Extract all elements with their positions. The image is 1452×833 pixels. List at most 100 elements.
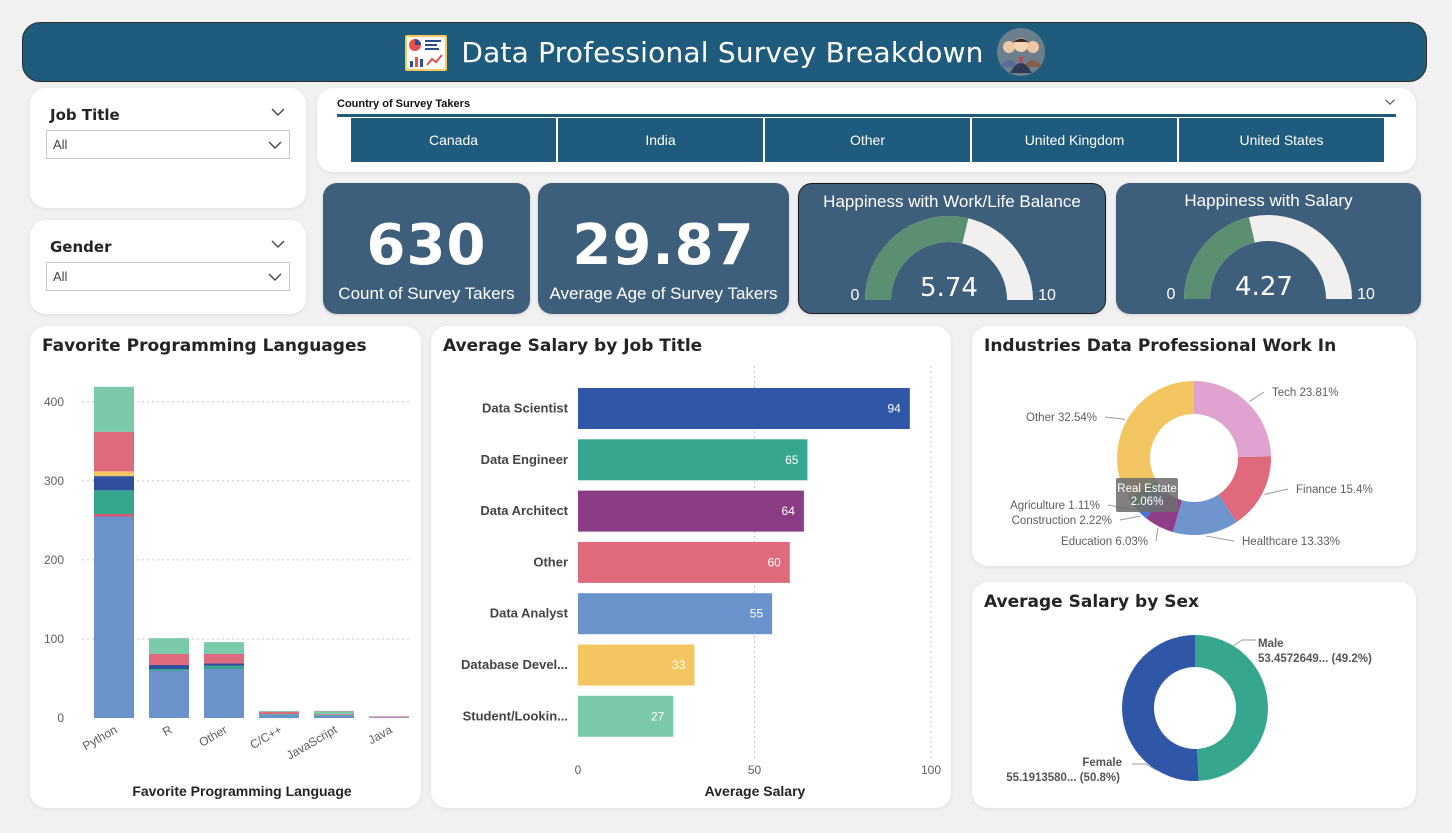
gauge-max-label: 10: [1038, 287, 1056, 304]
bar-segment[interactable]: [314, 711, 354, 715]
tooltip-title: Real Estate: [1117, 483, 1176, 495]
bar[interactable]: [578, 541, 790, 583]
bar-segment[interactable]: [94, 471, 134, 477]
bar-segment[interactable]: [94, 431, 134, 472]
slice-label: 53.4572649... (49.2%): [1258, 653, 1372, 665]
chevron-down-icon[interactable]: [270, 104, 286, 120]
y-tick-label: Data Analyst: [490, 606, 569, 621]
gauge-worklife-chart: 0 10 5.74: [851, 216, 1056, 304]
bar-segment[interactable]: [369, 717, 409, 718]
data-label: 55: [750, 607, 764, 621]
leader-line: [1104, 416, 1126, 420]
leader-line: [1249, 391, 1265, 402]
slice-name: Female: [1082, 757, 1122, 769]
gender-dropdown[interactable]: All: [46, 262, 290, 291]
slice-label: Education 6.03%: [1061, 536, 1148, 548]
gauge-min-label: 0: [851, 287, 860, 304]
industries-chart: Tech 23.81% Finance 15.4% Healthcare 13.33…: [1010, 381, 1373, 548]
country-button-united-states[interactable]: United States: [1179, 118, 1384, 162]
bar[interactable]: [578, 593, 773, 635]
job-title-slicer-label: Job Title: [50, 106, 120, 124]
bar-segment[interactable]: [149, 670, 189, 718]
country-slicer-label: Country of Survey Takers: [337, 98, 471, 110]
country-button-india[interactable]: India: [558, 118, 765, 162]
bar-segment[interactable]: [149, 653, 189, 666]
leader-line: [1206, 535, 1235, 542]
data-label: 94: [887, 402, 901, 416]
leader-line: [1232, 639, 1256, 647]
gauge-value-label: 4.27: [1235, 272, 1293, 302]
chevron-down-icon[interactable]: [270, 236, 286, 252]
gauge-worklife-card: Happiness with Work/Life Balance 0 10 5.…: [798, 183, 1106, 314]
bar-segment[interactable]: [259, 710, 299, 712]
leader-line: [1119, 515, 1141, 521]
chevron-down-icon: [268, 273, 282, 281]
bar[interactable]: [578, 388, 910, 429]
gauge-max-label: 10: [1357, 286, 1375, 303]
x-tick-label: R: [160, 722, 175, 739]
bar-segment[interactable]: [94, 514, 134, 517]
bar-segment[interactable]: [314, 714, 354, 716]
bar-segment[interactable]: [204, 663, 244, 666]
x-tick-label: C/C++: [247, 722, 284, 751]
data-label: 64: [782, 504, 796, 518]
page-title: Data Professional Survey Breakdown: [461, 35, 984, 69]
slice-label: Healthcare 13.33%: [1242, 536, 1340, 548]
y-tick-label: 0: [57, 711, 64, 725]
bar-segment[interactable]: [94, 476, 134, 491]
bar-segment[interactable]: [204, 642, 244, 654]
industries-visual: Industries Data Professional Work In Tec…: [972, 326, 1416, 566]
data-label: 33: [672, 658, 686, 672]
bar[interactable]: [578, 439, 808, 481]
dashboard-header: Data Professional Survey Breakdown: [22, 22, 1427, 82]
chevron-down-icon: [268, 141, 282, 149]
bar-segment[interactable]: [314, 710, 354, 712]
bar-segment[interactable]: [314, 714, 354, 715]
job-title-selected-value: All: [53, 137, 68, 152]
bar-segment[interactable]: [204, 653, 244, 664]
kpi-count-label: Count of Survey Takers: [338, 284, 515, 303]
country-button-canada[interactable]: Canada: [351, 118, 558, 162]
country-button-united-kingdom[interactable]: United Kingdom: [972, 118, 1179, 162]
pie-slice[interactable]: [1194, 381, 1271, 458]
salary-sex-chart: Male 53.4572649... (49.2%) Female 55.191358…: [1006, 635, 1372, 784]
y-tick-label: 300: [44, 474, 64, 488]
leader-line: [1155, 528, 1159, 542]
bar-segment[interactable]: [259, 714, 299, 715]
bar-segment[interactable]: [94, 516, 134, 718]
gauge-value-label: 5.74: [920, 273, 978, 303]
data-label: 65: [785, 453, 799, 467]
gauge-min-label: 0: [1167, 286, 1176, 303]
bar-segment[interactable]: [94, 490, 134, 515]
gender-selected-value: All: [53, 269, 68, 284]
country-button-other[interactable]: Other: [765, 118, 972, 162]
slice-label: Tech 23.81%: [1272, 387, 1339, 399]
bar-segment[interactable]: [204, 665, 244, 669]
x-tick-label: 50: [748, 763, 762, 777]
pie-slice[interactable]: [1122, 635, 1199, 781]
x-axis-title: Favorite Programming Language: [132, 783, 352, 799]
bar-segment[interactable]: [94, 386, 134, 432]
bar-segment[interactable]: [314, 715, 354, 718]
bar-segment[interactable]: [369, 716, 409, 718]
languages-visual: Favorite Programming Languages 0 100 200 30…: [30, 326, 421, 808]
bar[interactable]: [578, 490, 804, 532]
slice-label: Other 32.54%: [1026, 412, 1097, 424]
bar-segment[interactable]: [149, 668, 189, 671]
chevron-down-icon[interactable]: [1384, 96, 1396, 108]
bar-segment[interactable]: [259, 714, 299, 718]
y-tick-label: Data Architect: [480, 503, 568, 518]
languages-chart: 0 100 200 300 400 Python R Other C/C++ JavaScript…: [44, 386, 412, 799]
x-tick-label: Other: [197, 722, 230, 749]
slice-name: Male: [1258, 638, 1284, 650]
bar-segment[interactable]: [204, 668, 244, 718]
bar-segment[interactable]: [149, 638, 189, 654]
bar-segment[interactable]: [259, 711, 299, 715]
data-label: 27: [651, 709, 665, 723]
y-tick-label: Data Engineer: [481, 452, 568, 467]
job-title-dropdown[interactable]: All: [46, 130, 290, 159]
x-tick-label: JavaScript: [284, 722, 340, 762]
kpi-age-card: 29.87 Average Age of Survey Takers: [538, 183, 789, 314]
gauge-salary-chart: 0 10 4.27: [1167, 215, 1375, 303]
bar-segment[interactable]: [149, 665, 189, 669]
